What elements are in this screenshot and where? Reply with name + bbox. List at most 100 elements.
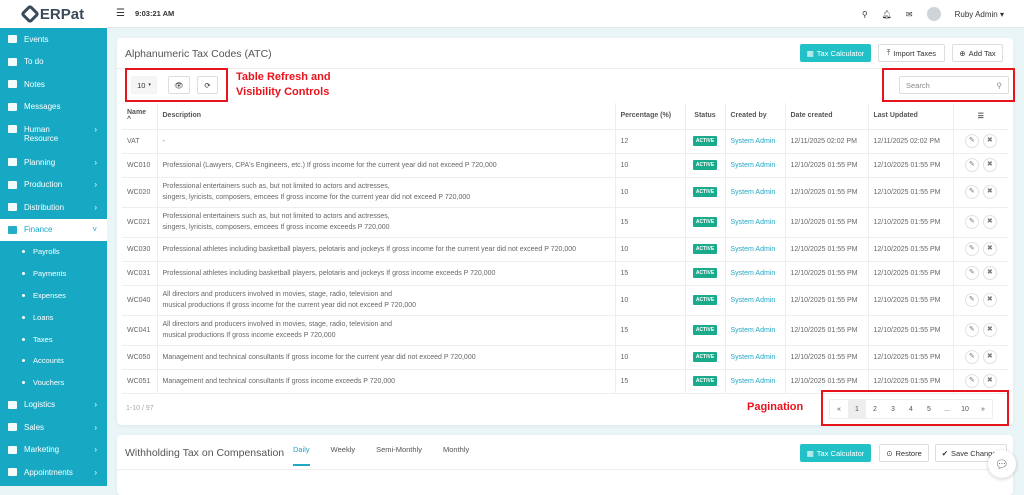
sidebar-item-events[interactable]: Events [0, 28, 107, 51]
edit-icon[interactable]: ✎ [964, 242, 979, 256]
sidebar-sub-taxes[interactable]: Taxes [0, 328, 107, 350]
annotation-box-pagination [821, 390, 1009, 426]
created-by-link[interactable]: System Admin [731, 354, 776, 361]
sidebar-item-logistics[interactable]: Logistics › [0, 394, 107, 417]
sidebar-sub-loans[interactable]: Loans [0, 306, 107, 328]
plus-icon: ⊕ [959, 48, 966, 58]
table-row: VAT - 12 ACTIVE System Admin 12/11/2025 … [122, 129, 1008, 154]
delete-icon[interactable]: ✖ [982, 242, 997, 256]
sidebar-item-planning[interactable]: Planning › [0, 151, 107, 174]
cell-last-updated: 12/10/2025 01:55 PM [868, 261, 954, 286]
sidebar-item-human-resource[interactable]: Human Resource › [0, 118, 107, 151]
sidebar-sub-expenses[interactable]: Expenses [0, 285, 107, 307]
restore-button[interactable]: ⊙ Restore [879, 444, 929, 462]
tab-daily[interactable]: Daily [293, 445, 310, 466]
edit-icon[interactable]: ✎ [964, 158, 979, 172]
column-header[interactable]: Description [157, 103, 616, 130]
menu-icon [8, 468, 17, 477]
sidebar-item-finance[interactable]: Finance ˅ [0, 218, 107, 241]
edit-icon[interactable]: ✎ [964, 293, 979, 307]
cell-description: Professional athletes including basketba… [157, 261, 616, 286]
sidebar-item-distribution[interactable]: Distribution › [0, 196, 107, 219]
created-by-link[interactable]: System Admin [731, 327, 776, 334]
sidebar-item-to-do[interactable]: To do [0, 51, 107, 74]
column-header[interactable]: Name ^ [122, 103, 158, 130]
column-header[interactable]: Date created [785, 103, 869, 130]
edit-icon[interactable]: ✎ [964, 374, 979, 388]
created-by-link[interactable]: System Admin [731, 378, 776, 385]
created-by-link[interactable]: System Admin [731, 189, 776, 196]
wtc-tax-calculator-button[interactable]: ▦ Tax Calculator [800, 444, 871, 462]
created-by-link[interactable]: System Admin [731, 138, 776, 145]
column-header[interactable]: Percentage (%) [615, 103, 686, 130]
search-icon[interactable]: ⚲ [862, 10, 868, 19]
table-row: WC030 Professional athletes including ba… [122, 237, 1008, 262]
logo[interactable]: ERPat [0, 0, 107, 28]
status-badge: ACTIVE [692, 244, 718, 254]
sidebar-item-marketing[interactable]: Marketing › [0, 439, 107, 462]
add-tax-button[interactable]: ⊕ Add Tax [952, 44, 1003, 62]
tax-calculator-button[interactable]: ▦ Tax Calculator [800, 44, 871, 62]
delete-icon[interactable]: ✖ [982, 374, 997, 388]
sidebar-sub-vouchers[interactable]: Vouchers [0, 372, 107, 394]
edit-icon[interactable]: ✎ [964, 134, 979, 148]
delete-icon[interactable]: ✖ [982, 293, 997, 307]
menu-icon [8, 158, 17, 167]
delete-icon[interactable]: ✖ [982, 158, 997, 172]
table-row: WC041 All directors and producers involv… [122, 315, 1008, 346]
wtc-title: Withholding Tax on Compensation [125, 447, 285, 459]
sidebar-item-messages[interactable]: Messages [0, 96, 107, 119]
avatar[interactable] [926, 7, 941, 21]
cell-date-created: 12/10/2025 01:55 PM [785, 207, 869, 238]
cell-percentage: 10 [615, 285, 686, 316]
bell-icon[interactable]: 🔔︎ [882, 10, 892, 19]
sidebar-item-notes[interactable]: Notes [0, 73, 107, 96]
edit-icon[interactable]: ✎ [964, 185, 979, 199]
topbar: ☰ 9:03:21 AM ⚲ 🔔︎ ✉ Ruby Admin ▾ [107, 0, 1024, 28]
delete-icon[interactable]: ✖ [982, 185, 997, 199]
chevron-icon: › [94, 445, 97, 455]
clock: 9:03:21 AM [134, 9, 175, 18]
import-taxes-button[interactable]: ⤒ Import Taxes [878, 44, 945, 62]
created-by-link[interactable]: System Admin [731, 246, 776, 253]
sidebar-item-production[interactable]: Production › [0, 174, 107, 197]
cell-name: WC010 [122, 153, 158, 178]
delete-icon[interactable]: ✖ [982, 215, 997, 229]
cell-date-created: 12/10/2025 01:55 PM [785, 261, 869, 286]
user-menu[interactable]: Ruby Admin ▾ [955, 10, 1004, 19]
tab-monthly[interactable]: Monthly [443, 445, 469, 466]
status-badge: ACTIVE [692, 352, 718, 362]
edit-icon[interactable]: ✎ [964, 323, 979, 337]
sidebar-item-sales[interactable]: Sales › [0, 416, 107, 439]
column-header[interactable]: Created by [725, 103, 786, 130]
menu-icon [8, 125, 17, 133]
status-badge: ACTIVE [692, 325, 718, 335]
created-by-link[interactable]: System Admin [731, 162, 776, 169]
chat-button[interactable]: 💬︎ [988, 450, 1016, 478]
sidebar-sub-payrolls[interactable]: Payrolls [0, 241, 107, 263]
sidebar-item-appointments[interactable]: Appointments › [0, 461, 107, 484]
mail-icon[interactable]: ✉ [906, 10, 913, 19]
created-by-link[interactable]: System Admin [731, 297, 776, 304]
column-header[interactable]: Last Updated [868, 103, 954, 130]
tab-weekly[interactable]: Weekly [331, 445, 355, 466]
created-by-link[interactable]: System Admin [731, 219, 776, 226]
delete-icon[interactable]: ✖ [982, 266, 997, 280]
edit-icon[interactable]: ✎ [964, 350, 979, 364]
menu-toggle-icon[interactable]: ☰ [116, 8, 125, 19]
delete-icon[interactable]: ✖ [982, 323, 997, 337]
table-row: WC021 Professional entertainers such as,… [122, 207, 1008, 238]
column-menu-icon[interactable]: ☰ [953, 103, 1008, 130]
edit-icon[interactable]: ✎ [964, 266, 979, 280]
chevron-icon: › [94, 400, 97, 410]
tab-semi-monthly[interactable]: Semi-Monthly [376, 445, 422, 466]
created-by-link[interactable]: System Admin [731, 270, 776, 277]
column-header[interactable]: Status [685, 103, 726, 130]
cell-name: WC050 [122, 345, 158, 370]
sidebar-sub-accounts[interactable]: Accounts [0, 350, 107, 372]
status-badge: ACTIVE [692, 376, 718, 386]
edit-icon[interactable]: ✎ [964, 215, 979, 229]
delete-icon[interactable]: ✖ [982, 350, 997, 364]
delete-icon[interactable]: ✖ [982, 134, 997, 148]
sidebar-sub-payments[interactable]: Payments [0, 263, 107, 285]
